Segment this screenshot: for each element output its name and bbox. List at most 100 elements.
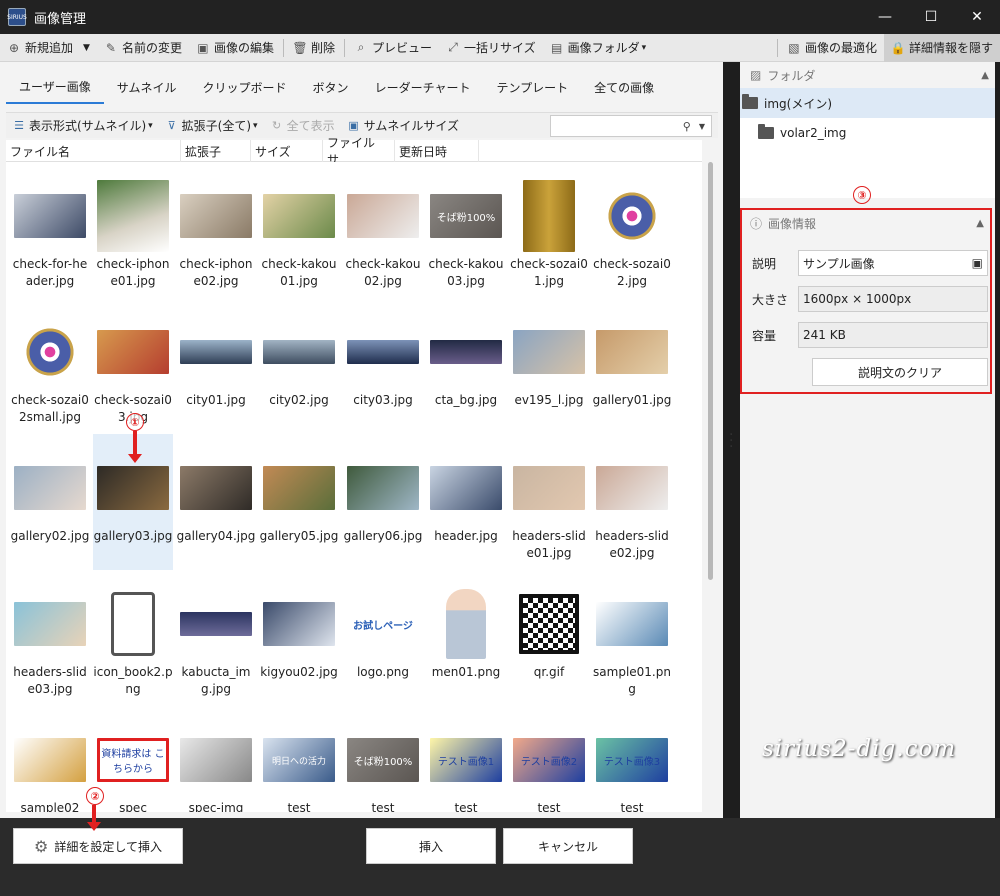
optimize-button[interactable]: ▧ 画像の最適化 — [780, 34, 884, 62]
image-tile[interactable]: そば粉100% check-kakou03.jpg — [426, 162, 506, 298]
search-input[interactable]: ⚲ ▼ — [550, 115, 712, 137]
extension-filter-button[interactable]: ⊽ 拡張子(全て) ▾ — [159, 117, 264, 134]
image-tile[interactable]: check-sozai01.jpg — [509, 162, 589, 298]
insert-button[interactable]: 挿入 — [366, 828, 496, 864]
image-tile[interactable]: headers-slide03.jpg — [10, 570, 90, 706]
hide-detail-button[interactable]: 🔒 詳細情報を隠す — [883, 33, 1000, 62]
thumbnail — [596, 180, 668, 252]
tab-1[interactable]: サムネイル — [104, 70, 190, 104]
image-tile[interactable]: check-kakou02.jpg — [343, 162, 423, 298]
thumbnail-size-button[interactable]: ▣ サムネイルサイズ — [341, 117, 465, 134]
rename-button[interactable]: ✎ 名前の変更 — [97, 34, 189, 62]
image-tile[interactable]: headers-slide01.jpg — [509, 434, 589, 570]
info-header-label: 画像情報 — [768, 216, 817, 231]
image-tile[interactable]: テスト画像2 test — [509, 706, 589, 812]
image-tile[interactable]: kigyou02.jpg — [259, 570, 339, 706]
thumbnail-image — [347, 194, 419, 238]
search-icon: ⚲ — [682, 119, 691, 133]
image-tile[interactable]: spec-img — [176, 706, 256, 812]
image-tile[interactable]: そば粉100% test — [343, 706, 423, 812]
cancel-button[interactable]: キャンセル — [503, 828, 633, 864]
image-tile[interactable]: men01.png — [426, 570, 506, 706]
folder-tree: img(メイン) volar2_img — [740, 88, 995, 198]
detail-insert-button[interactable]: ⚙ 詳細を設定して挿入 — [13, 828, 183, 864]
new-add-button[interactable]: ⊕ 新規追加 ▼ — [0, 34, 97, 62]
clear-description-button[interactable]: 説明文のクリア — [812, 358, 988, 386]
tab-4[interactable]: レーダーチャート — [362, 70, 484, 104]
tab-6[interactable]: 全ての画像 — [581, 70, 667, 104]
tab-2[interactable]: クリップボード — [190, 70, 300, 104]
minimize-button[interactable]: — — [862, 0, 908, 34]
image-tile[interactable]: テスト画像1 test — [426, 706, 506, 812]
maximize-button[interactable]: ☐ — [908, 0, 954, 34]
image-tile[interactable]: 資料請求は こちらから spec — [93, 706, 173, 812]
image-tile[interactable]: icon_book2.png — [93, 570, 173, 706]
column-header-4[interactable]: 更新日時 — [395, 140, 479, 162]
image-tile[interactable]: check-sozai02small.jpg — [10, 298, 90, 434]
image-tile[interactable]: headers-slide02.jpg — [592, 434, 672, 570]
info-section-header[interactable]: ⓘ 画像情報 ▲ — [742, 210, 990, 236]
thumb-size-label: サムネイルサイズ — [363, 119, 459, 133]
delete-button[interactable]: 🗑 削除 — [286, 34, 342, 62]
thumbnail — [513, 180, 585, 252]
image-tile[interactable]: お試しページ logo.png — [343, 570, 423, 706]
description-row: 説明 サンプル画像 ▣ — [752, 250, 988, 276]
grid-scrollbar[interactable] — [708, 162, 713, 580]
close-button[interactable]: ✕ — [954, 0, 1000, 34]
column-header-0[interactable]: ファイル名 — [6, 140, 181, 162]
image-tile[interactable]: gallery04.jpg — [176, 434, 256, 570]
capacity-field: 241 KB — [798, 322, 988, 348]
column-header-1[interactable]: 拡張子 — [181, 140, 251, 162]
bulk-resize-button[interactable]: ⤢ 一括リサイズ — [439, 34, 543, 62]
tab-5[interactable]: テンプレート — [483, 70, 581, 104]
image-tile[interactable]: gallery01.jpg — [592, 298, 672, 434]
view-format-button[interactable]: ☰ 表示形式(サムネイル) ▾ — [6, 117, 159, 134]
column-header: ファイル名 拡張子 サイズ ファイルサ... 更新日時 — [6, 136, 702, 167]
column-header-3[interactable]: ファイルサ... — [323, 136, 395, 167]
image-tile[interactable]: kabucta_img.jpg — [176, 570, 256, 706]
image-tile[interactable]: sample02 — [10, 706, 90, 812]
image-tile[interactable]: 明日への活力 test — [259, 706, 339, 812]
image-folder-button[interactable]: ▤ 画像フォルダ ▾ — [543, 34, 654, 62]
tab-0[interactable]: ユーザー画像 — [6, 70, 104, 104]
image-tile[interactable]: check-iphone02.jpg — [176, 162, 256, 298]
thumbnail — [180, 180, 252, 252]
chevron-up-icon: ▲ — [976, 217, 984, 229]
resize-icon: ⤢ — [448, 40, 458, 54]
save-icon[interactable]: ▣ — [972, 256, 983, 270]
image-tile[interactable]: テスト画像3 test — [592, 706, 672, 812]
image-tile[interactable]: check-kakou01.jpg — [259, 162, 339, 298]
image-tile[interactable]: city03.jpg — [343, 298, 423, 434]
thumbnail: お試しページ — [347, 588, 419, 660]
folder-section-header[interactable]: ▨ フォルダ ▲ — [740, 62, 995, 88]
file-name-label: test — [620, 801, 644, 812]
folder-item-volar2[interactable]: volar2_img — [740, 118, 995, 148]
image-tile[interactable]: check-sozai02.jpg — [592, 162, 672, 298]
image-tile[interactable]: city01.jpg — [176, 298, 256, 434]
tab-bar: ユーザー画像 サムネイル クリップボード ボタン レーダーチャート テンプレート 全ての画像 — [6, 70, 667, 104]
image-tile[interactable]: sample01.png — [592, 570, 672, 706]
image-tile[interactable]: gallery06.jpg — [343, 434, 423, 570]
image-tile[interactable]: ev195_l.jpg — [509, 298, 589, 434]
edit-image-button[interactable]: ▣ 画像の編集 — [189, 34, 281, 62]
image-tile[interactable]: cta_bg.jpg — [426, 298, 506, 434]
image-edit-icon: ▣ — [197, 40, 209, 55]
column-header-2[interactable]: サイズ — [251, 140, 323, 162]
preview-button[interactable]: ⌕ プレビュー — [347, 34, 439, 62]
show-all-button[interactable]: ↻ 全て表示 — [264, 117, 341, 134]
image-tile[interactable]: check-iphone01.jpg — [93, 162, 173, 298]
image-tile[interactable]: header.jpg — [426, 434, 506, 570]
image-tile[interactable]: gallery02.jpg — [10, 434, 90, 570]
folder-item-main[interactable]: img(メイン) — [740, 88, 995, 118]
edit-label: 画像の編集 — [213, 41, 274, 55]
thumbnail-image — [519, 594, 579, 654]
tab-3[interactable]: ボタン — [300, 70, 362, 104]
thumbnail-image — [430, 340, 502, 364]
image-tile[interactable]: gallery05.jpg — [259, 434, 339, 570]
image-tile[interactable]: city02.jpg — [259, 298, 339, 434]
image-tile[interactable]: check-for-header.jpg — [10, 162, 90, 298]
image-tile[interactable]: qr.gif — [509, 570, 589, 706]
description-field[interactable]: サンプル画像 ▣ — [798, 250, 988, 276]
file-name-label: gallery01.jpg — [592, 393, 672, 407]
panel-splitter-handle[interactable]: · · · — [729, 428, 733, 454]
